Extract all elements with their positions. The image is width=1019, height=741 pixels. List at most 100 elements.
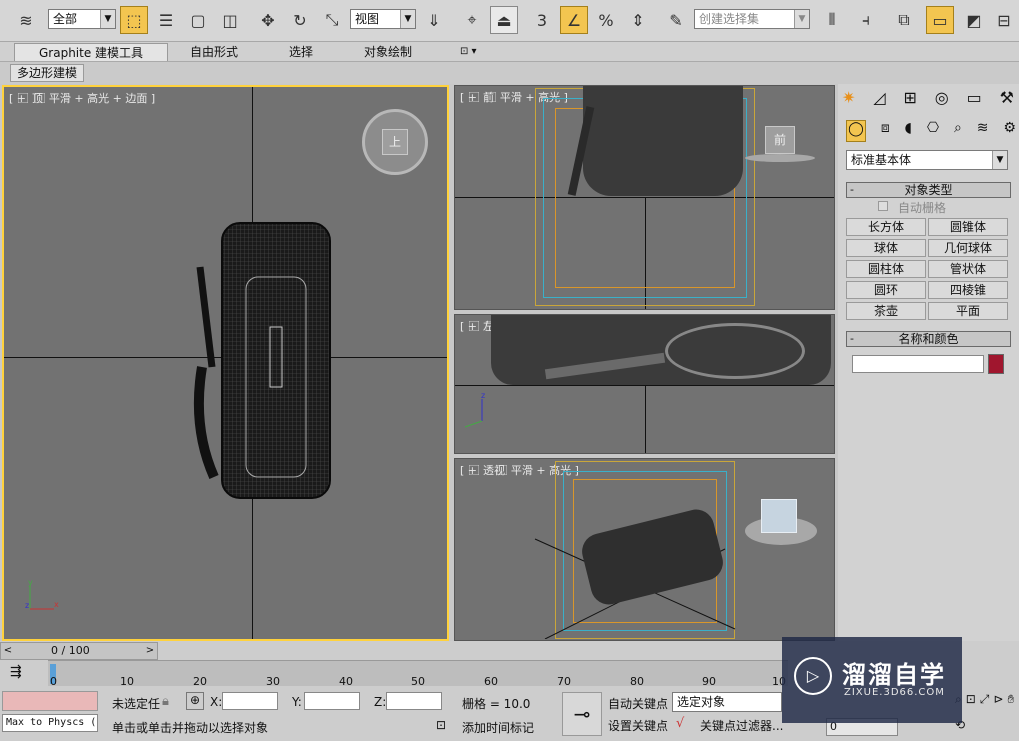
maxscript-input[interactable]: Max to Physcs ( <box>2 714 98 732</box>
move-icon[interactable]: ✥ <box>254 6 282 34</box>
z-coordinate-input[interactable] <box>386 692 442 710</box>
lock-icon[interactable]: 🔒︎ <box>162 694 169 709</box>
object-name-input[interactable] <box>852 355 984 373</box>
systems-icon[interactable]: ⚙ <box>1003 120 1016 142</box>
viewport-top-label[interactable]: [ + ⃞ 顶 ⃞ 平滑 + 高光 + 边面 ] <box>9 90 155 106</box>
viewcube-face-label[interactable]: 前 <box>765 126 795 154</box>
tab-selection[interactable]: 选择 <box>289 43 313 61</box>
name-color-rollout[interactable]: - 名称和颜色 <box>846 331 1011 347</box>
curve-editor-icon[interactable]: ◩ <box>960 6 988 34</box>
box-button[interactable]: 长方体 <box>846 218 926 236</box>
spinner-snap-icon[interactable]: ⇕ <box>624 6 652 34</box>
key-mode-dropdown[interactable]: 选定对象 <box>672 692 782 712</box>
viewcube-ring[interactable] <box>745 154 815 162</box>
layer-manager-icon[interactable]: ⧉ <box>890 6 918 34</box>
add-time-tag[interactable]: 添加时间标记 <box>462 719 534 736</box>
named-selection-set-dropdown[interactable]: 创建选择集 ▼ <box>694 9 810 29</box>
curve-editor-mini-icon[interactable]: ⇶ <box>10 664 32 684</box>
align-icon[interactable]: ⫞ <box>852 6 880 34</box>
y-coordinate-input[interactable] <box>304 692 360 710</box>
viewport-top[interactable]: [ + ⃞ 顶 ⃞ 平滑 + 高光 + 边面 ] 上 y x z <box>2 85 449 641</box>
select-object-button[interactable]: ⬚ <box>120 6 148 34</box>
next-frame-icon[interactable]: > <box>143 643 157 659</box>
field-of-view-icon[interactable]: ⊳ <box>993 692 1003 714</box>
auto-key-button[interactable]: 自动关键点 <box>608 695 668 712</box>
plane-button[interactable]: 平面 <box>928 302 1008 320</box>
select-by-name-button[interactable]: ☰ <box>152 6 180 34</box>
selection-filter-dropdown[interactable]: 全部 ▼ <box>48 9 116 29</box>
modify-tab-icon[interactable]: ◿ <box>873 88 885 112</box>
frame-display: 0 / 100 <box>51 644 90 657</box>
time-slider[interactable]: < 0 / 100 > <box>0 642 158 660</box>
absolute-mode-icon[interactable]: ⊕ <box>186 692 204 710</box>
tab-object-paint[interactable]: 对象绘制 <box>364 43 412 61</box>
set-key-icon[interactable]: ⊸ <box>562 692 602 736</box>
sphere-button[interactable]: 球体 <box>846 239 926 257</box>
prev-frame-icon[interactable]: < <box>1 643 15 659</box>
display-tab-icon[interactable]: ▭ <box>967 88 982 112</box>
tab-graphite[interactable]: Graphite 建模工具 <box>14 43 169 61</box>
scene-explorer-icon[interactable]: ▭ <box>926 6 954 34</box>
viewcube[interactable]: 上 <box>362 109 428 175</box>
name-color-title: 名称和颜色 <box>898 332 959 346</box>
utilities-tab-icon[interactable]: ⚒ <box>1000 88 1014 112</box>
rotate-icon[interactable]: ↻ <box>286 6 314 34</box>
geosphere-button[interactable]: 几何球体 <box>928 239 1008 257</box>
mirror-icon[interactable]: ⫴ <box>818 6 846 34</box>
cameras-icon[interactable]: ⎔ <box>927 120 939 142</box>
lights-icon[interactable]: ◖ <box>905 120 912 142</box>
cone-button[interactable]: 圆锥体 <box>928 218 1008 236</box>
reference-coord-dropdown[interactable]: 视图 ▼ <box>350 9 416 29</box>
create-tab-icon[interactable]: ✷ <box>842 88 855 112</box>
primitive-type-dropdown[interactable]: 标准基本体 ▼ <box>846 150 1008 170</box>
rect-selection-button[interactable]: ▢ <box>184 6 212 34</box>
time-tag-icon[interactable]: ⊡ <box>436 718 446 732</box>
viewport-perspective[interactable]: [ + ⃞ 透视 ⃞ 平滑 + 高光 ] <box>454 458 835 641</box>
tube-button[interactable]: 管状体 <box>928 260 1008 278</box>
viewport-front[interactable]: [ + ⃞ 前 ⃞ 平滑 + 高光 ] 前 <box>454 85 835 310</box>
polygon-modeling-label[interactable]: 多边形建模 <box>10 64 85 82</box>
edit-named-selection-icon[interactable]: ✎ <box>662 6 690 34</box>
percent-snap-icon[interactable]: % <box>592 6 620 34</box>
collapse-icon[interactable]: - <box>850 332 854 346</box>
torus-button[interactable]: 圆环 <box>846 281 926 299</box>
tab-freeform[interactable]: 自由形式 <box>190 43 238 61</box>
shapes-icon[interactable]: ⧈ <box>881 120 890 142</box>
ribbon-options-icon[interactable]: ⊡ ▾ <box>460 43 477 61</box>
key-filters-button[interactable]: 关键点过滤器... <box>700 717 783 734</box>
undo-icon[interactable]: ≋ <box>12 6 40 34</box>
x-coordinate-input[interactable] <box>222 692 278 710</box>
object-color-swatch[interactable] <box>988 354 1004 374</box>
teapot-button[interactable]: 茶壶 <box>846 302 926 320</box>
collapse-icon[interactable]: - <box>850 183 854 197</box>
pan-icon[interactable]: ✋︎ <box>1007 692 1014 714</box>
key-tangent-icon[interactable]: √ <box>676 716 684 731</box>
viewcube-persp[interactable] <box>761 499 797 533</box>
pyramid-button[interactable]: 四棱锥 <box>928 281 1008 299</box>
zoom-extents-icon[interactable]: ⊡ <box>966 692 976 714</box>
schematic-view-icon[interactable]: ⊟ <box>990 6 1018 34</box>
viewport-left[interactable]: [ + ⃞ 左 ⃞ 平滑 + 高光 ] z <box>454 314 835 454</box>
cylinder-button[interactable]: 圆柱体 <box>846 260 926 278</box>
bag-wireframe-top <box>193 222 331 499</box>
viewcube-face-label[interactable]: 上 <box>382 129 408 155</box>
select-manipulate-icon[interactable]: ⌖ <box>458 6 486 34</box>
window-crossing-button[interactable]: ◫ <box>216 6 244 34</box>
racket-head <box>665 323 805 379</box>
keyboard-shortcut-icon[interactable]: ⏏ <box>490 6 518 34</box>
scale-icon[interactable]: ⤡ <box>318 6 346 34</box>
angle-snap-icon[interactable]: ∠ <box>560 6 588 34</box>
object-type-rollout[interactable]: - 对象类型 <box>846 182 1011 198</box>
hierarchy-tab-icon[interactable]: ⊞ <box>903 88 916 112</box>
geometry-icon[interactable]: ◯ <box>846 120 866 142</box>
maximize-icon[interactable]: ⤢ <box>980 692 990 714</box>
motion-tab-icon[interactable]: ◎ <box>935 88 949 112</box>
maxscript-listener-pink[interactable] <box>2 691 98 711</box>
snap-toggle-button[interactable]: 3 <box>528 6 556 34</box>
spacewarps-icon[interactable]: ≋ <box>977 120 989 142</box>
helpers-icon[interactable]: ⌕ <box>954 120 962 142</box>
set-key-button[interactable]: 设置关键点 <box>608 717 668 734</box>
pivot-center-icon[interactable]: ⇓ <box>420 6 448 34</box>
command-panel: ✷ ◿ ⊞ ◎ ▭ ⚒ ◯ ⧈ ◖ ⎔ ⌕ ≋ ⚙ 标准基本体 ▼ - 对象类型 自… <box>838 84 1019 641</box>
auto-grid-checkbox[interactable] <box>878 201 888 211</box>
